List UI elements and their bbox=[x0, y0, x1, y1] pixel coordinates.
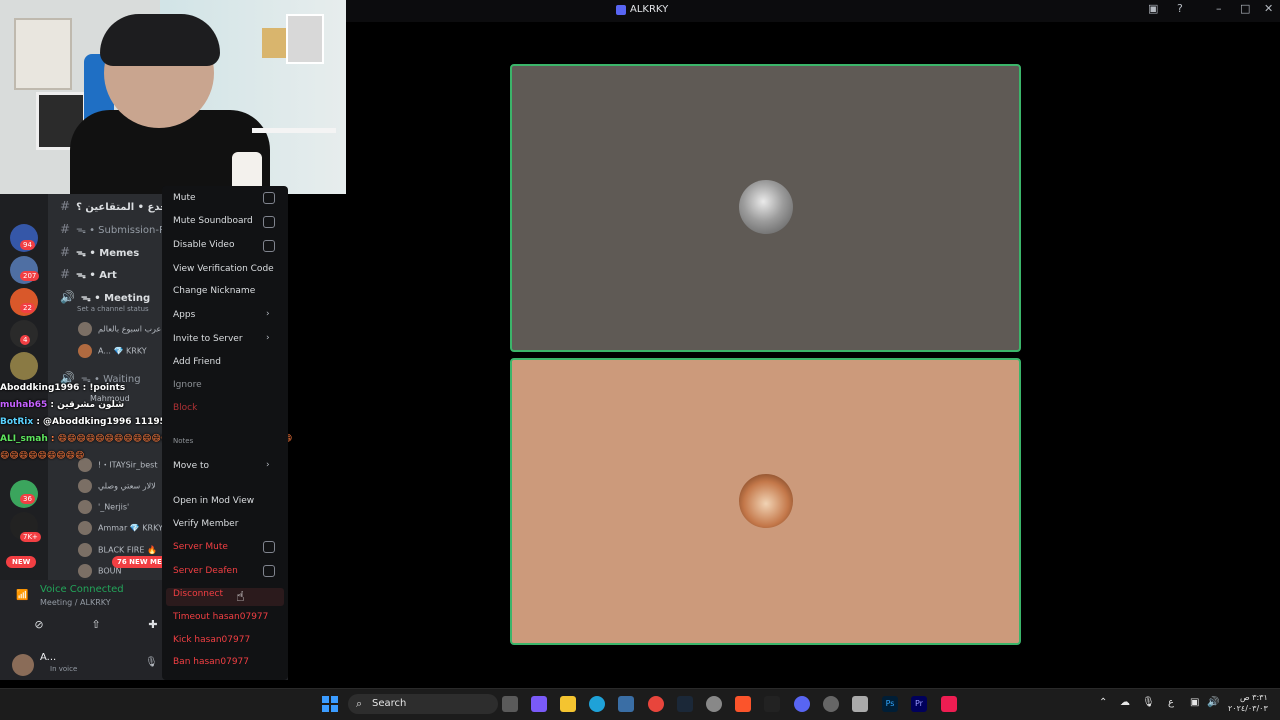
user-status: In voice bbox=[50, 665, 78, 673]
channel-item[interactable]: # خدع • المتقاعين ؟ bbox=[60, 199, 167, 213]
mute-soundboard-checkbox[interactable] bbox=[263, 216, 275, 228]
steam-icon[interactable] bbox=[677, 696, 693, 712]
channel-item[interactable]: # ᯓ • Submission-Ru bbox=[60, 222, 172, 236]
edge-icon[interactable] bbox=[589, 696, 605, 712]
store-icon[interactable] bbox=[618, 696, 634, 712]
taskbar-search[interactable]: ⌕ Search bbox=[348, 694, 498, 714]
photoshop-icon[interactable]: Ps bbox=[882, 696, 898, 712]
app-icon[interactable] bbox=[852, 696, 868, 712]
camera-off-icon[interactable]: ⊘ bbox=[30, 618, 48, 632]
menu-item-mod-view[interactable]: Open in Mod View bbox=[173, 496, 254, 506]
screen-share-icon[interactable]: ⇧ bbox=[87, 618, 105, 632]
voice-user[interactable]: Ammar 💎 KRKY bbox=[78, 521, 163, 535]
inbox-icon[interactable]: ▣ bbox=[1148, 2, 1158, 15]
obs-icon[interactable] bbox=[823, 696, 839, 712]
avatar[interactable] bbox=[12, 654, 34, 676]
activities-icon[interactable]: ✚ bbox=[144, 618, 162, 632]
maximize-button[interactable]: □ bbox=[1240, 2, 1250, 15]
menu-item-mute-soundboard[interactable]: Mute Soundboard bbox=[173, 216, 253, 226]
brave-icon[interactable] bbox=[735, 696, 751, 712]
unread-badge: 36 bbox=[20, 494, 35, 504]
search-icon: ⌕ bbox=[356, 697, 363, 710]
tiktok-icon[interactable] bbox=[941, 696, 957, 712]
window-title: ALKRKY bbox=[630, 4, 669, 15]
menu-item-kick[interactable]: Kick hasan07977 bbox=[173, 635, 250, 645]
user-avatar[interactable] bbox=[739, 180, 793, 234]
taskbar-clock[interactable]: ٣:٣١ ص ٢٠٢٤/٠٣/٠٣ bbox=[1228, 692, 1268, 714]
menu-item-disconnect[interactable]: Disconnect bbox=[173, 589, 223, 599]
discord-icon[interactable] bbox=[794, 696, 810, 712]
voice-user[interactable]: A... 💎 KRKY bbox=[78, 344, 147, 358]
new-pill[interactable]: NEW bbox=[6, 556, 37, 568]
windows-start-icon[interactable] bbox=[322, 696, 338, 712]
menu-item-ban[interactable]: Ban hasan07977 bbox=[173, 657, 249, 667]
app-logo-icon bbox=[616, 5, 626, 15]
video-tile[interactable] bbox=[510, 64, 1021, 352]
menu-item-server-deafen[interactable]: Server Deafen bbox=[173, 566, 238, 576]
user-avatar[interactable] bbox=[739, 474, 793, 528]
menu-item-timeout[interactable]: Timeout hasan07977 bbox=[173, 612, 268, 622]
menu-item-notes[interactable]: Notes bbox=[173, 437, 193, 445]
disable-video-checkbox[interactable] bbox=[263, 240, 275, 252]
hand-cursor-icon: ☝ bbox=[236, 589, 245, 605]
server-deafen-checkbox[interactable] bbox=[263, 565, 275, 577]
unread-badge: 94 bbox=[20, 240, 35, 250]
channel-item[interactable]: # ᯓ • Memes bbox=[60, 245, 139, 259]
premiere-icon[interactable]: Pr bbox=[911, 696, 927, 712]
channel-status[interactable]: Set a channel status bbox=[77, 305, 149, 313]
menu-item-verify-member[interactable]: Verify Member bbox=[173, 519, 238, 529]
unread-badge: 7K+ bbox=[20, 532, 41, 542]
microphone-icon[interactable]: 🎙 bbox=[145, 657, 158, 668]
menu-item-apps[interactable]: Apps bbox=[173, 310, 195, 320]
chevron-up-icon[interactable]: ⌃ bbox=[1099, 697, 1107, 708]
voice-channel-meeting[interactable]: 🔊 ᯓ • Meeting bbox=[60, 290, 150, 304]
unread-badge: 207 bbox=[20, 271, 40, 281]
voice-user[interactable]: BLACK FIRE 🔥 bbox=[78, 543, 157, 557]
award-frame bbox=[14, 18, 72, 90]
menu-item-mute[interactable]: Mute bbox=[173, 193, 196, 203]
volume-icon[interactable]: 🔊 bbox=[1207, 697, 1219, 708]
task-view-icon[interactable] bbox=[502, 696, 518, 712]
voice-channel-path[interactable]: Meeting / ALKRKY bbox=[40, 598, 111, 607]
voice-user[interactable]: لالار سعتي وصلي bbox=[78, 479, 156, 493]
menu-item-block[interactable]: Block bbox=[173, 403, 197, 413]
mute-checkbox[interactable] bbox=[263, 192, 275, 204]
webcam-overlay bbox=[0, 0, 346, 194]
channel-item[interactable]: # ᯓ • Art bbox=[60, 267, 117, 281]
close-button[interactable]: ✕ bbox=[1264, 2, 1273, 15]
menu-item-move-to[interactable]: Move to bbox=[173, 461, 209, 471]
chevron-right-icon: › bbox=[266, 309, 270, 319]
microphone-icon[interactable]: 🎙 bbox=[1142, 697, 1155, 708]
menu-item-disable-video[interactable]: Disable Video bbox=[173, 240, 234, 250]
file-explorer-icon[interactable] bbox=[560, 696, 576, 712]
menu-item-view-verification[interactable]: View Verification Code bbox=[173, 264, 274, 274]
voice-user[interactable]: باعرب اسبوع بالعالم bbox=[78, 322, 166, 336]
chevron-right-icon: › bbox=[266, 460, 270, 470]
chevron-right-icon: › bbox=[266, 333, 270, 343]
capcut-icon[interactable] bbox=[764, 696, 780, 712]
voice-status: Voice Connected bbox=[40, 584, 124, 595]
video-tile[interactable] bbox=[510, 358, 1021, 645]
settings-icon[interactable] bbox=[706, 696, 722, 712]
network-icon[interactable]: ▣ bbox=[1190, 697, 1199, 708]
language-indicator[interactable]: ع bbox=[1168, 697, 1174, 708]
help-icon[interactable]: ? bbox=[1177, 2, 1183, 15]
taskbar bbox=[0, 688, 1280, 720]
username: A... bbox=[40, 652, 57, 663]
minimize-button[interactable]: – bbox=[1216, 2, 1222, 15]
menu-item-add-friend[interactable]: Add Friend bbox=[173, 357, 221, 367]
voice-user[interactable]: '_Nerjis' bbox=[78, 500, 129, 514]
server-mute-checkbox[interactable] bbox=[263, 541, 275, 553]
unread-badge: 22 bbox=[20, 303, 35, 313]
menu-item-change-nickname[interactable]: Change Nickname bbox=[173, 286, 255, 296]
menu-item-invite[interactable]: Invite to Server bbox=[173, 334, 243, 344]
menu-item-server-mute[interactable]: Server Mute bbox=[173, 542, 228, 552]
copilot-icon[interactable] bbox=[531, 696, 547, 712]
menu-item-ignore[interactable]: Ignore bbox=[173, 380, 202, 390]
server-icon[interactable] bbox=[10, 352, 38, 380]
cloud-icon[interactable]: ☁ bbox=[1120, 697, 1130, 708]
signal-icon[interactable]: 📶 bbox=[16, 590, 28, 601]
chrome-icon[interactable] bbox=[648, 696, 664, 712]
